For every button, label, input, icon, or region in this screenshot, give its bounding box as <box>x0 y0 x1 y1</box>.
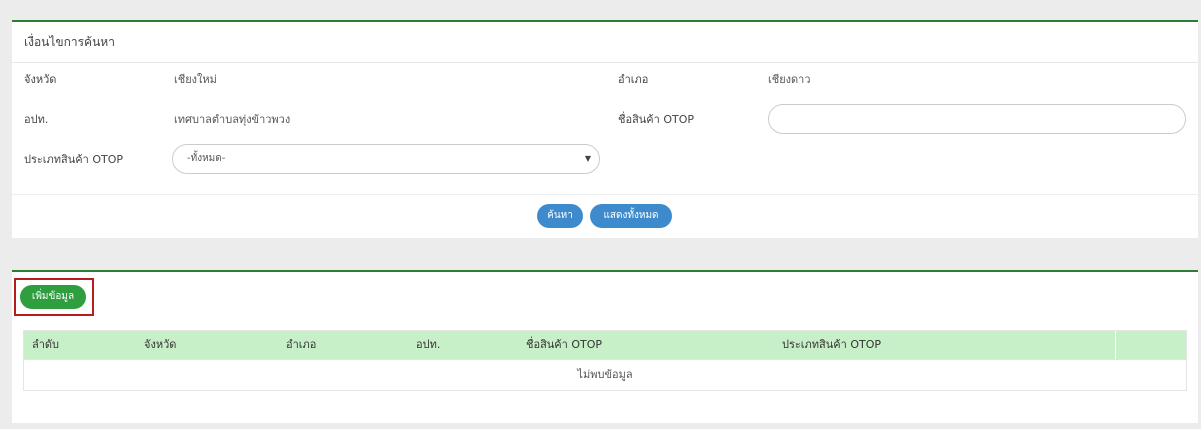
lao-value: เทศบาลตำบลทุ่งข้าวพวง <box>174 113 291 126</box>
add-button-highlight: เพิ่มข้อมูล <box>14 278 94 316</box>
column-header-order[interactable]: ลำดับ <box>32 331 59 359</box>
add-data-button[interactable]: เพิ่มข้อมูล <box>20 285 86 309</box>
product-name-label: ชื่อสินค้า OTOP <box>618 113 695 126</box>
column-header-lao[interactable]: อปท. <box>416 331 440 359</box>
product-name-input[interactable] <box>768 104 1186 134</box>
province-label: จังหวัด <box>24 73 57 86</box>
search-panel: เงื่อนไขการค้นหา จังหวัด เชียงใหม่ อำเภอ… <box>12 20 1198 238</box>
show-all-button[interactable]: แสดงทั้งหมด <box>590 204 672 228</box>
column-header-product-type[interactable]: ประเภทสินค้า OTOP <box>782 331 881 359</box>
district-label: อำเภอ <box>618 73 649 86</box>
column-header-actions <box>1115 331 1186 359</box>
province-value: เชียงใหม่ <box>174 73 217 86</box>
column-header-product-name[interactable]: ชื่อสินค้า OTOP <box>526 331 602 359</box>
search-panel-title: เงื่อนไขการค้นหา <box>12 22 1198 63</box>
column-header-district[interactable]: อำเภอ <box>286 331 316 359</box>
results-table: ลำดับ จังหวัด อำเภอ อปท. ชื่อสินค้า OTOP… <box>23 330 1187 391</box>
chevron-down-icon: ▼ <box>584 154 591 163</box>
divider <box>12 194 1198 195</box>
column-header-province[interactable]: จังหวัด <box>144 331 176 359</box>
product-type-select[interactable]: -ทั้งหมด- ▼ <box>172 144 600 174</box>
table-header: ลำดับ จังหวัด อำเภอ อปท. ชื่อสินค้า OTOP… <box>24 331 1186 359</box>
search-button[interactable]: ค้นหา <box>537 204 583 228</box>
results-panel: เพิ่มข้อมูล ลำดับ จังหวัด อำเภอ อปท. ชื่… <box>12 270 1198 423</box>
district-value: เชียงดาว <box>768 73 811 86</box>
lao-label: อปท. <box>24 113 49 126</box>
product-type-label: ประเภทสินค้า OTOP <box>24 153 123 166</box>
empty-row: ไม่พบข้อมูล <box>24 359 1186 390</box>
product-type-selected-value: -ทั้งหมด- <box>187 153 226 164</box>
